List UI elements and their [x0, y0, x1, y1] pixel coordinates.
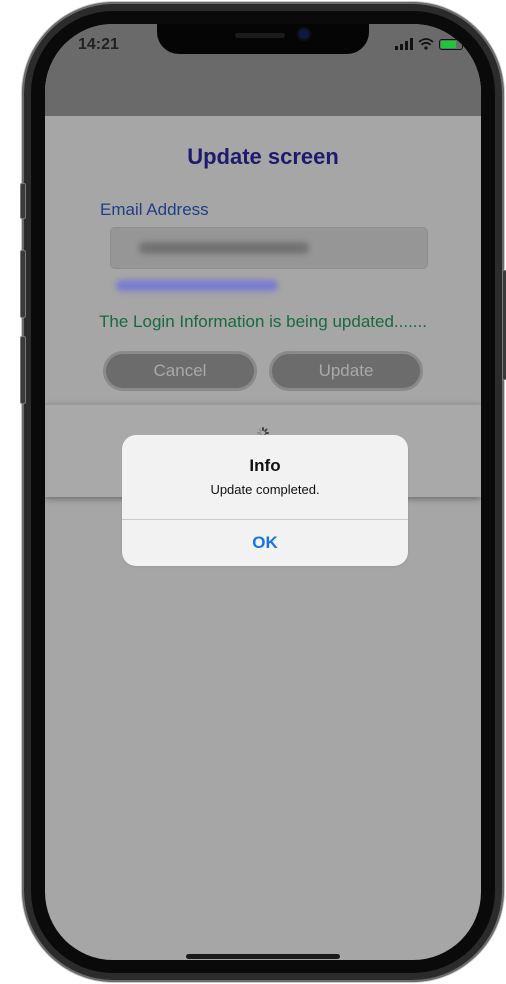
signal-icon [395, 38, 413, 50]
redacted-email-link [116, 280, 278, 291]
cancel-button[interactable]: Cancel [103, 351, 257, 391]
speaker [235, 33, 285, 38]
mute-switch [20, 183, 26, 219]
update-status-message: The Login Information is being updated..… [99, 312, 427, 331]
email-label: Email Address [100, 200, 209, 219]
notch [157, 24, 369, 54]
volume-up-button [20, 250, 26, 318]
power-button [502, 270, 506, 380]
status-bar: 14:21 [45, 24, 481, 70]
update-button[interactable]: Update [269, 351, 423, 391]
camera [299, 29, 309, 39]
page-title: Update screen [187, 144, 339, 169]
email-input[interactable] [110, 227, 428, 269]
status-icons [395, 38, 466, 50]
battery-icon [439, 38, 466, 50]
info-alert: Info Update completed. OK [122, 435, 408, 566]
nav-bar [45, 70, 481, 116]
volume-down-button [20, 336, 26, 404]
redacted-email-value [139, 242, 309, 254]
alert-title: Info [249, 456, 281, 475]
ok-button[interactable]: OK [122, 520, 408, 566]
status-time: 14:21 [78, 36, 119, 53]
wifi-icon [418, 38, 434, 50]
screen: 14:21 Update screen Email Address The Lo… [45, 24, 481, 960]
alert-message: Update completed. [210, 482, 320, 497]
home-indicator[interactable] [186, 954, 340, 959]
